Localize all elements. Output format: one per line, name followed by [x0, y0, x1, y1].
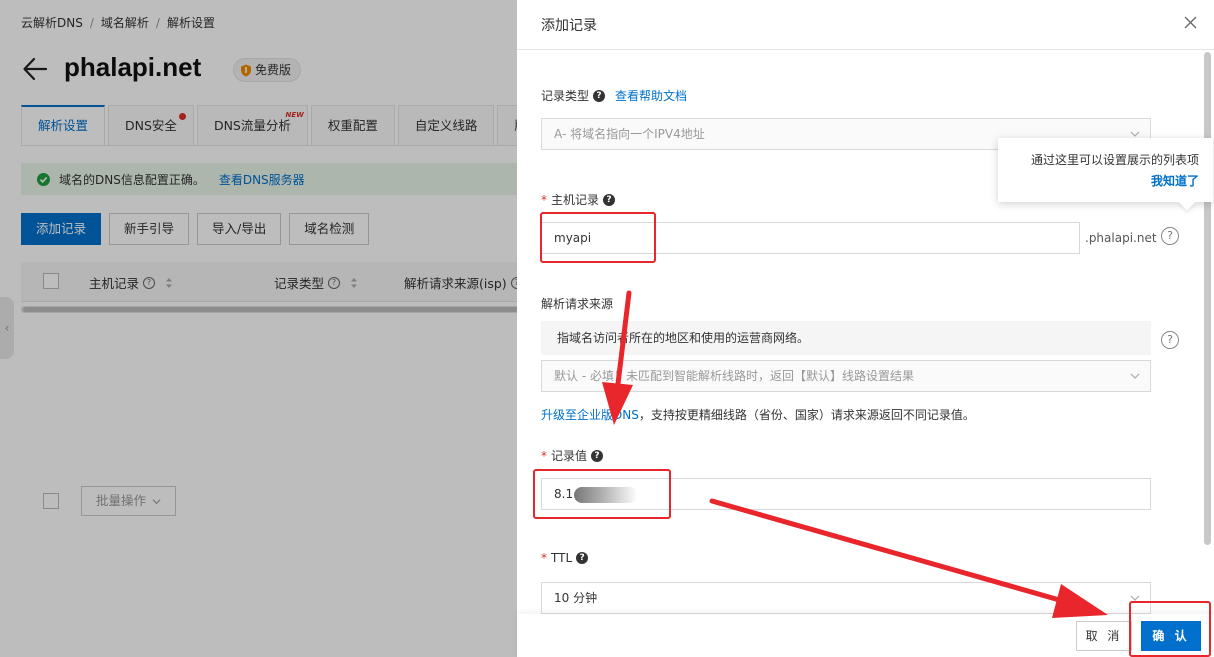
field-label: 解析请求来源 — [541, 297, 614, 311]
select-value: 10 分钟 — [554, 591, 598, 605]
help-icon[interactable]: ? — [576, 552, 589, 564]
source-description: 指域名访问者所在的地区和使用的运营商网络。 — [541, 321, 1151, 355]
host-record-label: * 主机记录 ? — [541, 191, 616, 208]
source-label: 解析请求来源 — [541, 295, 613, 312]
close-icon[interactable] — [1184, 16, 1197, 29]
upgrade-text: ，支持按更精细线路（省份、国家）请求来源返回不同记录值。 — [638, 408, 975, 422]
chevron-down-icon — [1130, 373, 1140, 379]
select-value: 默认 - 必填！未匹配到智能解析线路时，返回【默认】线路设置结果 — [554, 369, 914, 383]
source-select[interactable]: 默认 - 必填！未匹配到智能解析线路时，返回【默认】线路设置结果 — [541, 360, 1151, 392]
ttl-select[interactable]: 10 分钟 — [541, 582, 1151, 614]
tooltip-dismiss-link[interactable]: 我知道了 — [1151, 172, 1199, 189]
help-icon[interactable]: ? — [593, 89, 606, 102]
record-type-label: 记录类型 ? 查看帮助文档 — [541, 87, 687, 104]
cancel-button[interactable]: 取 消 — [1076, 621, 1132, 651]
tooltip-text: 通过这里可以设置展示的列表项 — [1030, 153, 1199, 167]
column-settings-tooltip: 通过这里可以设置展示的列表项 我知道了 — [998, 138, 1213, 211]
input-value: myapi — [554, 231, 592, 245]
modal-mask[interactable] — [0, 0, 517, 657]
help-circle-icon[interactable]: ? — [1161, 331, 1179, 349]
domain-suffix: .phalapi.net — [1085, 231, 1157, 245]
input-value: 8.1 — [554, 487, 574, 501]
redacted-value — [574, 487, 638, 503]
help-icon[interactable]: ? — [591, 449, 604, 462]
drawer-header: 添加记录 — [517, 0, 1214, 50]
chevron-down-icon — [1130, 595, 1140, 601]
help-circle-icon[interactable]: ? — [1161, 227, 1179, 245]
field-label: 记录值 — [551, 449, 588, 463]
select-value: A- 将域名指向一个IPV4地址 — [554, 127, 705, 141]
field-label: TTL — [551, 551, 573, 565]
confirm-button[interactable]: 确 认 — [1141, 621, 1201, 651]
record-value-label: * 记录值 ? — [541, 447, 604, 464]
tooltip-arrow — [1178, 193, 1196, 211]
ttl-label: * TTL ? — [541, 551, 589, 565]
field-label: 主机记录 — [551, 193, 600, 207]
drawer-footer: 取 消 确 认 — [517, 614, 1214, 657]
field-label: 记录类型 — [541, 89, 590, 103]
help-doc-link[interactable]: 查看帮助文档 — [615, 87, 687, 104]
add-record-drawer: 添加记录 记录类型 ? 查看帮助文档 A- 将域名指向一个IPV4地址 * 主机… — [517, 0, 1214, 657]
host-record-input[interactable]: myapi — [541, 222, 1080, 254]
upgrade-hint: 升级至企业版DNS，支持按更精细线路（省份、国家）请求来源返回不同记录值。 — [541, 406, 975, 423]
drawer-title: 添加记录 — [541, 18, 597, 34]
drawer-scrollbar[interactable] — [1204, 52, 1211, 545]
help-icon[interactable]: ? — [603, 193, 616, 206]
upgrade-enterprise-link[interactable]: 升级至企业版DNS — [541, 408, 639, 422]
